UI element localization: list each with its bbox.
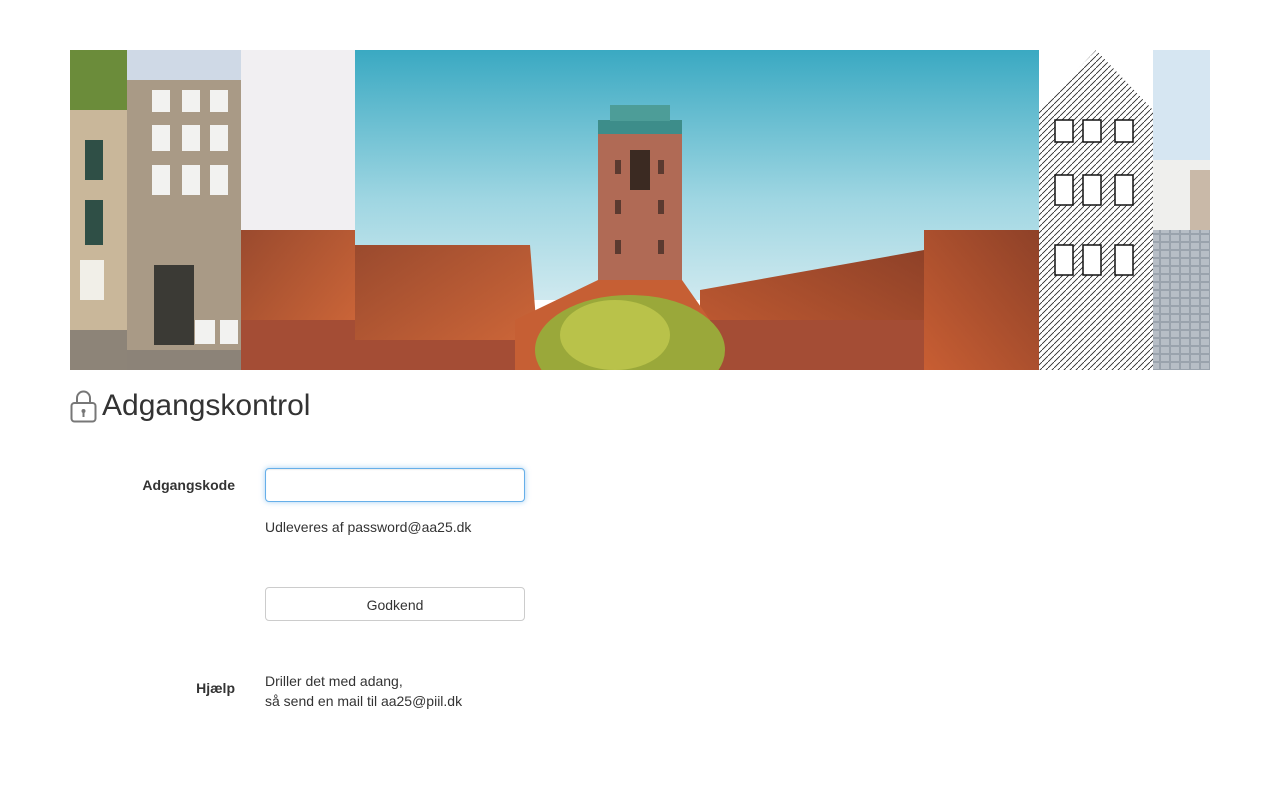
lock-icon <box>70 390 97 423</box>
password-label: Adgangskode <box>142 477 235 493</box>
password-hint: Udleveres af password@aa25.dk <box>265 519 472 535</box>
help-text: Driller det med adang, så send en mail t… <box>265 671 462 711</box>
help-label: Hjælp <box>196 680 235 696</box>
password-input[interactable] <box>265 468 525 502</box>
help-text-line-2: så send en mail til aa25@piil.dk <box>265 693 463 709</box>
header-banner-image <box>70 50 1210 370</box>
page-title: Adgangskontrol <box>102 389 311 422</box>
submit-button[interactable]: Godkend <box>265 587 525 621</box>
page-heading: Adgangskontrol <box>70 388 310 424</box>
help-text-line-1: Driller det med adang, <box>265 673 403 689</box>
